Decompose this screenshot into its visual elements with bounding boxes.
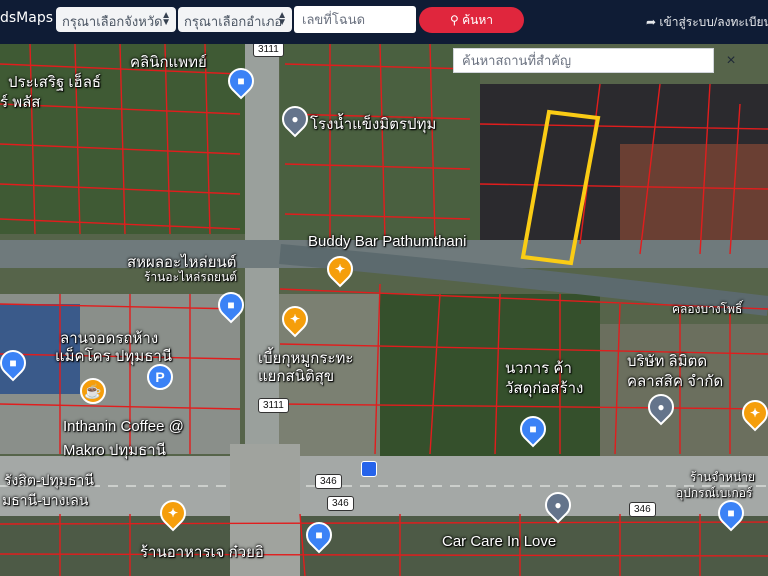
road-label: รังสิต-ปทุมธานี [4,472,94,488]
map-label: ร้านอาหารเจ ก๋วยอิ [140,544,264,561]
close-icon[interactable]: × [716,48,746,73]
road-number-shield: 3111 [258,398,289,413]
road-number-shield: 3111 [253,44,284,57]
map-label: คลาสสิค จำกัด [627,373,724,390]
chevron-updown-icon: ▲ ▼ [161,10,171,28]
province-select-value: กรุณาเลือกจังหวัด [62,14,163,29]
login-register-label: เข้าสู่ระบบ/ลงทะเบียน [659,15,768,29]
map-label: แยกสนิติสุข [258,368,335,385]
map-label: Buddy Bar Pathumthani [308,233,467,250]
map-label: Inthanin Coffee @ [63,418,184,435]
map-label: ร้านอะไหล่รถยนต์ [144,270,238,284]
district-select-value: กรุณาเลือกอำเภอ [184,14,283,29]
map-label: คลินิกแพทย์ [130,54,207,71]
map-label: วัสดุก่อสร้าง [505,380,584,397]
brand-logo[interactable]: dsMaps [0,10,53,26]
login-icon: ➦ [646,15,657,29]
road-number-shield: 346 [629,502,656,517]
map-label: อุปกรณ์เบเกอร์ [676,486,753,500]
satellite-map[interactable]: คลินิกแพทย์ ประเสริฐ เฮ็ลธ์ ร์ พลัส โรงน… [0,44,768,576]
coffee-icon[interactable]: ☕ [80,378,106,404]
map-label: โรงน้ำแข็งมิตรปทุม [310,116,437,133]
deed-number-input[interactable] [294,6,416,33]
road-number-shield: 346 [315,474,342,489]
search-button-label: ค้นหา [462,13,494,27]
place-search-input[interactable] [453,48,714,73]
login-register-link[interactable]: ➦ เข้าสู่ระบบ/ลงทะเบียน [646,13,768,32]
road-number-shield: 346 [327,496,354,511]
top-navigation-bar: dsMaps กรุณาเลือกจังหวัด ▲ ▼ กรุณาเลือกอำ… [0,0,768,44]
map-label: Car Care In Love [442,533,557,550]
province-select[interactable]: กรุณาเลือกจังหวัด ▲ ▼ [56,7,176,32]
parking-icon[interactable]: P [147,364,173,390]
map-label: ร์ พลัส [0,94,41,111]
district-select[interactable]: กรุณาเลือกอำเภอ ▲ ▼ [178,7,292,32]
search-icon: ⚲ [449,13,459,27]
canal-label: คลองบางโพธิ์ [672,302,743,316]
chevron-updown-icon: ▲ ▼ [277,10,287,28]
bus-stop-icon[interactable] [361,461,377,477]
search-button[interactable]: ⚲ ค้นหา [419,7,524,33]
map-label: Makro ปทุมธานี [63,442,166,459]
road-label: มธานี-บางเลน [2,492,89,508]
